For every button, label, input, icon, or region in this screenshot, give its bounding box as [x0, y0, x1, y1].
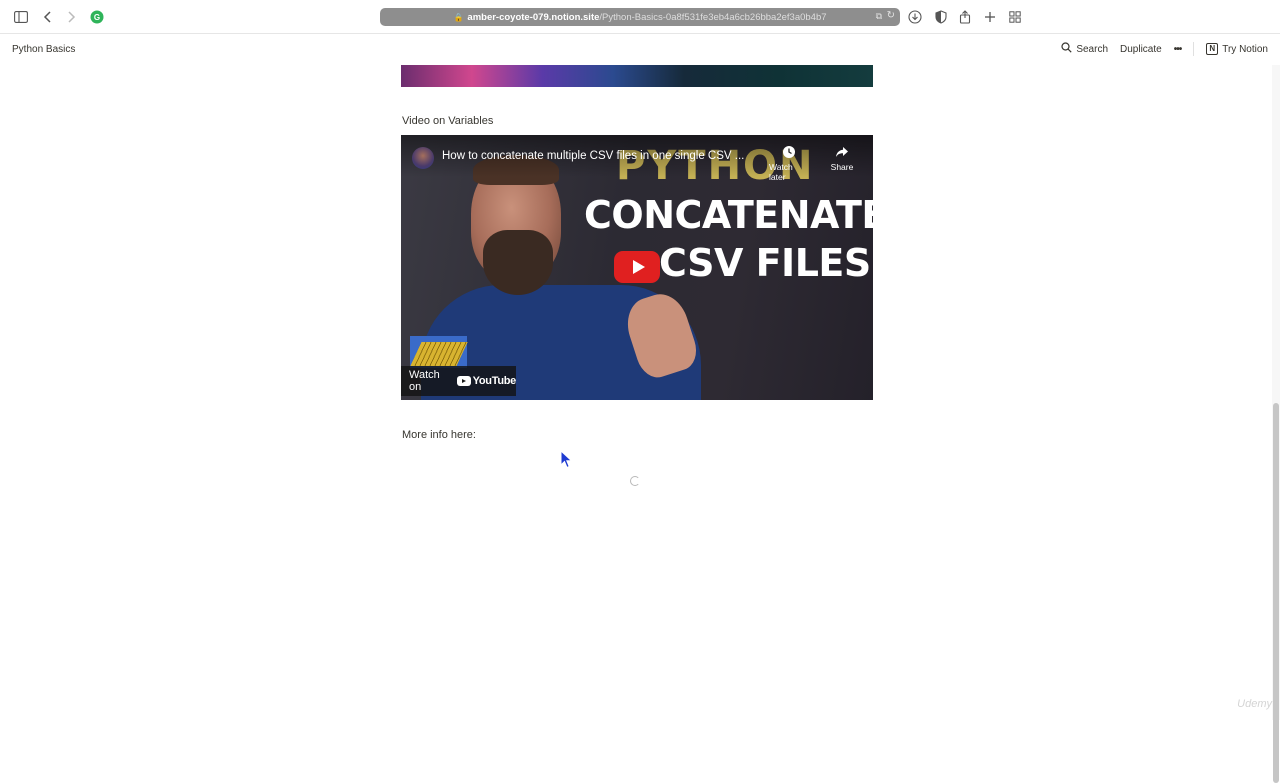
- share-label: Share: [830, 162, 854, 172]
- share-icon[interactable]: [956, 8, 974, 26]
- lock-icon: 🔒: [453, 12, 464, 22]
- back-icon[interactable]: [39, 8, 57, 26]
- tab-overview-icon[interactable]: [1006, 8, 1024, 26]
- thumbnail-spreadsheet-graphic: [410, 336, 468, 368]
- try-notion-button[interactable]: N Try Notion: [1206, 43, 1268, 55]
- loading-spinner-icon: [630, 476, 640, 486]
- url-path: /Python-Basics-0a8f531fe3eb4a6cb26bba2ef…: [599, 11, 827, 23]
- extension-icon[interactable]: G: [88, 8, 106, 26]
- download-icon[interactable]: [906, 8, 924, 26]
- watch-later-label: Watch later: [769, 162, 793, 182]
- youtube-logo: YouTube: [456, 375, 517, 387]
- clock-icon: [782, 145, 796, 162]
- scrollbar-thumb[interactable]: [1273, 403, 1279, 783]
- try-notion-label: Try Notion: [1222, 43, 1268, 55]
- thumbnail-text-concatenate: CONCATENATE: [584, 193, 873, 237]
- search-label: Search: [1076, 43, 1109, 55]
- notion-topbar: Python Basics Search Duplicate ••• N Try…: [0, 35, 1280, 65]
- new-tab-icon[interactable]: [981, 8, 999, 26]
- divider: [1193, 42, 1195, 56]
- scrollbar-track[interactable]: [1272, 65, 1280, 783]
- mouse-cursor-icon: [560, 449, 573, 474]
- privacy-icon[interactable]: [932, 8, 950, 26]
- more-options-icon[interactable]: •••: [1174, 44, 1182, 55]
- browser-toolbar: G 🔒 amber-coyote-079.notion.site/Python-…: [0, 0, 1280, 34]
- youtube-play-icon: [456, 376, 471, 386]
- topbar-actions: Search Duplicate ••• N Try Notion: [1061, 42, 1268, 56]
- duplicate-button[interactable]: Duplicate: [1120, 44, 1162, 55]
- video-heading: Video on Variables: [402, 115, 494, 127]
- watch-later-button[interactable]: Watch later: [769, 145, 809, 182]
- forward-icon[interactable]: [62, 8, 80, 26]
- watch-on-label: Watch on: [409, 369, 440, 393]
- share-button[interactable]: Share: [822, 145, 862, 172]
- page-breadcrumb[interactable]: Python Basics: [12, 44, 75, 55]
- youtube-wordmark: YouTube: [472, 375, 517, 387]
- cover-image: [401, 65, 873, 87]
- sidebar-icon[interactable]: [12, 8, 30, 26]
- more-info-text: More info here:: [402, 429, 476, 441]
- video-title[interactable]: How to concatenate multiple CSV files in…: [442, 150, 762, 162]
- share-arrow-icon: [835, 145, 849, 162]
- thumbnail-text-csv-files: CSV FILES: [659, 241, 871, 285]
- translate-icon[interactable]: ⧉: [876, 11, 882, 22]
- search-icon: [1061, 42, 1072, 56]
- youtube-embed[interactable]: PYTHON CONCATENATE CSV FILES How to conc…: [401, 135, 873, 400]
- search-button[interactable]: Search: [1061, 42, 1108, 56]
- address-bar[interactable]: 🔒 amber-coyote-079.notion.site/Python-Ba…: [380, 8, 900, 26]
- thumbnail-person-beard: [483, 230, 553, 295]
- url-host: amber-coyote-079.notion.site: [467, 11, 600, 23]
- watch-on-youtube-button[interactable]: Watch on YouTube: [401, 366, 516, 396]
- udemy-watermark: Udemy: [1237, 698, 1272, 710]
- channel-avatar[interactable]: [412, 147, 434, 169]
- play-icon: [632, 260, 645, 274]
- svg-text:G: G: [94, 13, 100, 22]
- notion-logo-icon: N: [1206, 43, 1219, 55]
- reload-icon[interactable]: ↻: [887, 10, 895, 21]
- play-button[interactable]: [614, 251, 660, 283]
